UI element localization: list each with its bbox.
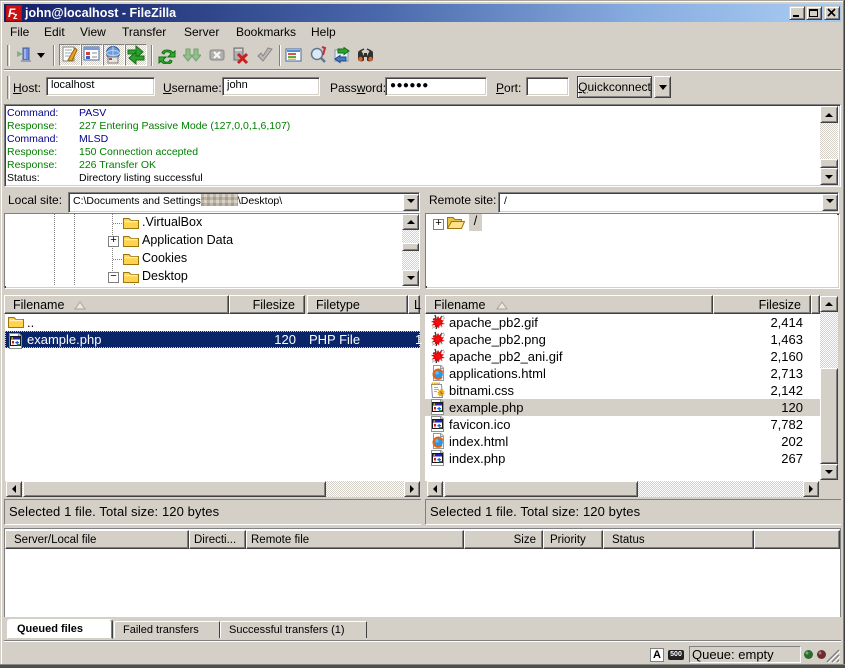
svg-text:z: z xyxy=(13,11,18,21)
